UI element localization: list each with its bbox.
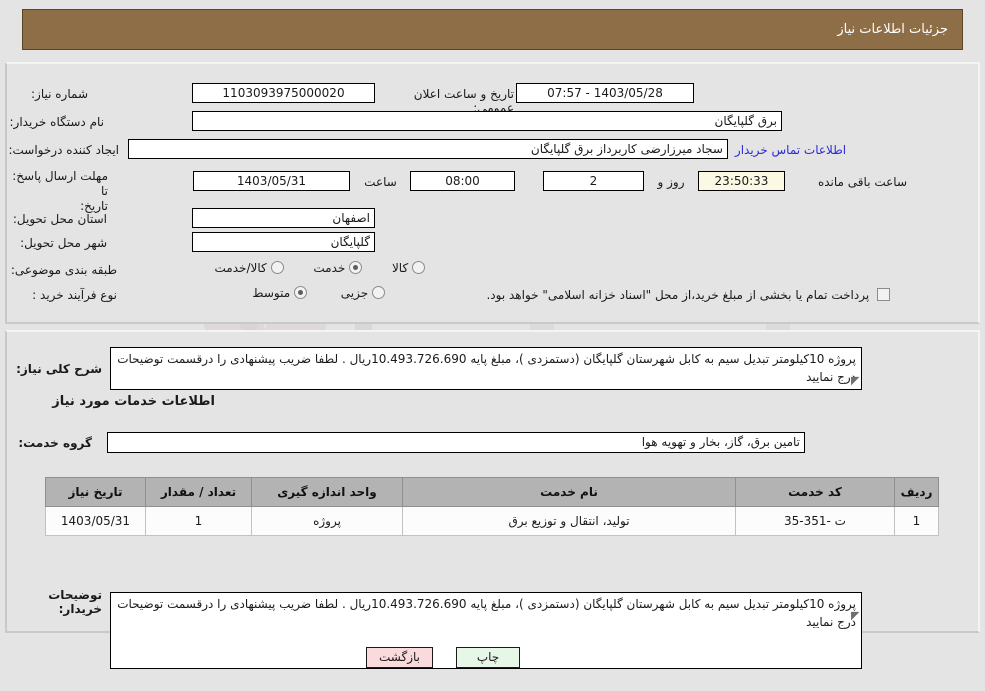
service-group-label: گروه خدمت:: [18, 436, 92, 450]
description-resize-grip[interactable]: ◥: [851, 374, 859, 387]
checkbox-icon[interactable]: [877, 288, 890, 301]
column-header-service-name: نام خدمت: [402, 477, 736, 507]
radio-icon[interactable]: [293, 286, 307, 299]
buyer-notes-resize-grip[interactable]: ◥: [851, 609, 859, 622]
column-header-service-code: کد خدمت: [735, 477, 895, 507]
requester-value: سجاد میرزارضی کاربرداز برق گلپایگان: [128, 139, 728, 159]
category-option-label: خدمت: [313, 261, 346, 275]
buyer-org-label: نام دستگاه خریدار:: [9, 115, 105, 129]
radio-icon[interactable]: [412, 261, 425, 274]
process-type-label: نوع فرآیند خرید :: [32, 288, 117, 302]
services-table-wrapper: ردیف کد خدمت نام خدمت واحد اندازه گیری ت…: [45, 477, 939, 536]
province-value: اصفهان: [192, 208, 375, 228]
deadline-date-value: 1403/05/31: [193, 171, 350, 191]
process-option-label: جزیی: [340, 286, 369, 300]
buyer-org-value: برق گلپایگان: [192, 111, 782, 131]
category-option-khedmat[interactable]: خدمت: [313, 261, 363, 275]
remaining-days-label: روز و: [657, 175, 685, 189]
treasury-bond-label: پرداخت تمام یا بخشی از مبلغ خرید،از محل …: [486, 288, 870, 302]
services-section-heading: اطلاعات خدمات مورد نیاز: [52, 394, 215, 409]
column-header-quantity: تعداد / مقدار: [145, 477, 252, 507]
need-number-label: شماره نیاز:: [31, 87, 88, 101]
city-label: شهر محل تحویل:: [20, 236, 107, 250]
cell-service-code: ت -351-35: [735, 506, 895, 536]
category-option-kala-khedmat[interactable]: کالا/خدمت: [215, 261, 284, 275]
buyer-notes-label: توضیحات خریدار:: [48, 588, 102, 616]
description-label: شرح کلی نیاز:: [16, 362, 102, 376]
cell-service-name: تولید، انتقال و توزیع برق: [402, 506, 736, 536]
process-type-radio-group: جزیی متوسط: [125, 286, 385, 300]
back-button[interactable]: بازگشت: [366, 647, 433, 668]
cell-unit: پروژه: [251, 506, 403, 536]
radio-icon[interactable]: [270, 261, 284, 274]
requester-label: ایجاد کننده درخواست:: [8, 143, 119, 157]
category-radio-group: کالا خدمت کالا/خدمت: [125, 261, 425, 275]
countdown-label: ساعت باقی مانده: [817, 175, 907, 189]
process-option-jozei[interactable]: جزیی: [341, 286, 385, 300]
public-announce-value: 1403/05/28 - 07:57: [516, 83, 694, 103]
category-option-kala[interactable]: کالا: [392, 261, 425, 275]
category-label: طبقه بندی موضوعی:: [10, 263, 117, 277]
process-option-label: متوسط: [252, 286, 291, 300]
page-title: جزئیات اطلاعات نیاز: [837, 22, 948, 37]
page-header-bar: جزئیات اطلاعات نیاز: [22, 9, 963, 50]
table-row: 1 ت -351-35 تولید، انتقال و توزیع برق پر…: [45, 506, 939, 536]
radio-icon[interactable]: [372, 286, 385, 299]
print-button[interactable]: چاپ: [456, 647, 520, 668]
cell-quantity: 1: [145, 506, 252, 536]
deadline-label-line1: مهلت ارسال پاسخ: تا: [12, 169, 108, 198]
cell-radif: 1: [894, 506, 939, 536]
service-group-value: تامین برق، گاز، بخار و تهویه هوا: [107, 432, 805, 453]
cell-need-date: 1403/05/31: [45, 506, 146, 536]
description-textarea[interactable]: پروژه 10کیلومتر تبدیل سیم به کابل شهرستا…: [110, 347, 862, 390]
column-header-radif: ردیف: [894, 477, 939, 507]
buyer-contact-link[interactable]: اطلاعات تماس خریدار: [733, 143, 848, 157]
column-header-unit: واحد اندازه گیری: [251, 477, 403, 507]
radio-icon[interactable]: [349, 261, 363, 274]
need-number-value: 1103093975000020: [192, 83, 375, 103]
remaining-days-value: 2: [543, 171, 644, 191]
deadline-time-value: 08:00: [410, 171, 515, 191]
services-table: ردیف کد خدمت نام خدمت واحد اندازه گیری ت…: [45, 477, 939, 536]
hour-label: ساعت: [364, 175, 397, 189]
category-option-label: کالا/خدمت: [214, 261, 267, 275]
province-label: استان محل تحویل:: [12, 212, 107, 226]
column-header-need-date: تاریخ نیاز: [45, 477, 146, 507]
countdown-timer-value: 23:50:33: [698, 171, 785, 191]
process-option-motevaset[interactable]: متوسط: [252, 286, 307, 300]
category-option-label: کالا: [391, 261, 409, 275]
treasury-bond-field[interactable]: پرداخت تمام یا بخشی از مبلغ خرید،از محل …: [390, 288, 890, 302]
city-value: گلپایگان: [192, 232, 375, 252]
table-header-row: ردیف کد خدمت نام خدمت واحد اندازه گیری ت…: [45, 477, 939, 507]
